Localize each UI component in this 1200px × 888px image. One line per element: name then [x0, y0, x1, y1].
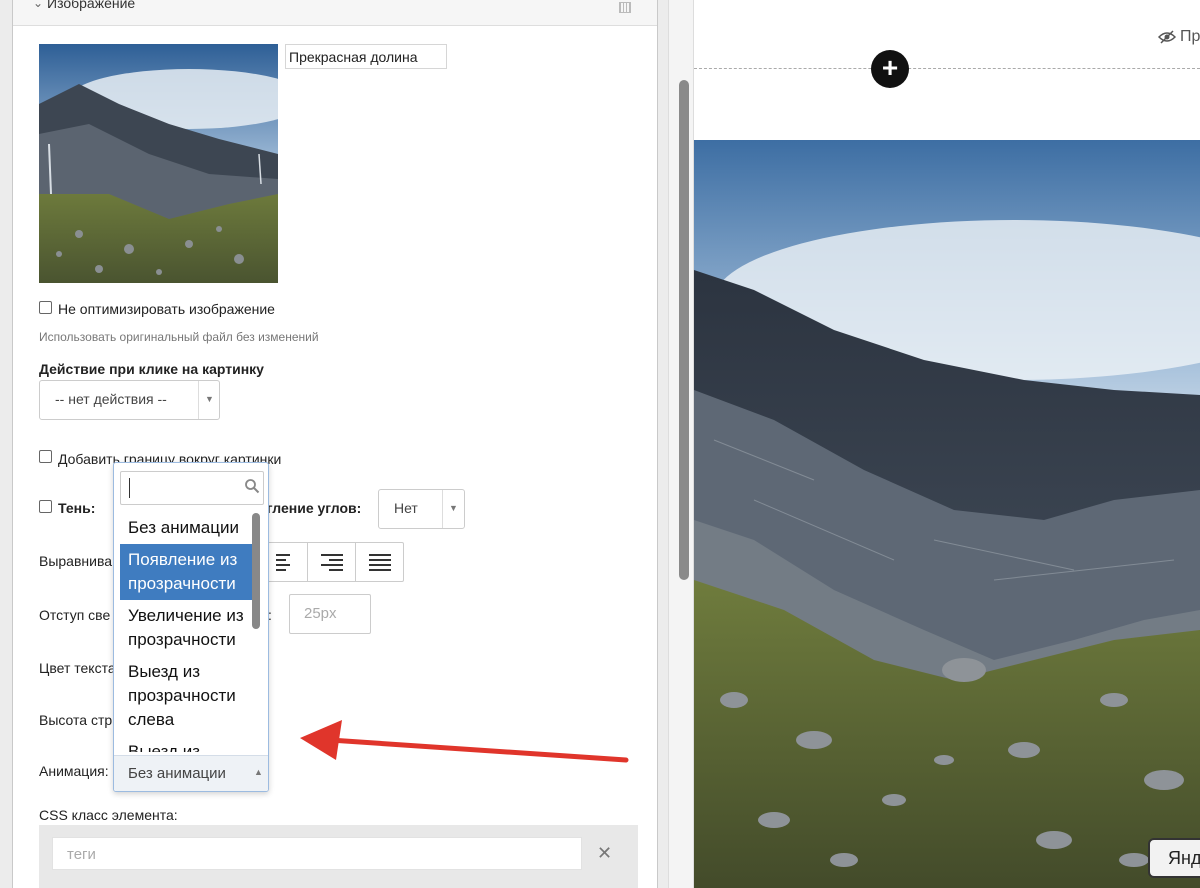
- hero-image[interactable]: [694, 140, 1200, 888]
- indent-label: Отступ све: [39, 607, 111, 623]
- select-separator: [198, 381, 199, 419]
- eye-off-icon: [1158, 30, 1176, 44]
- animation-selected-value: Без анимации: [128, 765, 226, 782]
- no-optimize-label: Не оптимизировать изображение: [58, 301, 275, 317]
- shadow-label: Тень:: [58, 500, 96, 516]
- css-class-field: теги ✕: [39, 825, 638, 888]
- section-title: Изображение: [47, 0, 136, 11]
- corner-rounding-label: угление углов:: [259, 500, 362, 516]
- dropdown-options-list: Без анимации Появление из прозрачности У…: [120, 512, 258, 752]
- image-thumbnail[interactable]: [39, 44, 278, 283]
- click-action-value: -- нет действия --: [55, 391, 167, 407]
- panel-scrollbar-track: [668, 0, 694, 888]
- annotation-arrow: [300, 720, 629, 763]
- search-icon: [245, 479, 260, 494]
- dropdown-option[interactable]: Выезд из прозрачности слева: [120, 656, 258, 736]
- css-class-label: CSS класс элемента:: [39, 807, 178, 823]
- shadow-checkbox[interactable]: [39, 500, 52, 513]
- text-cursor: [129, 478, 130, 498]
- page-preview: Пр + Янд: [694, 0, 1200, 888]
- yandex-button[interactable]: Янд: [1148, 838, 1200, 878]
- align-right-button[interactable]: [307, 543, 355, 581]
- preview-link-text: Пр: [1180, 28, 1200, 45]
- click-action-label: Действие при клике на картинку: [39, 361, 264, 377]
- animation-label: Анимация:: [39, 763, 109, 779]
- add-border-checkbox[interactable]: [39, 450, 52, 463]
- add-block-button[interactable]: +: [871, 50, 909, 88]
- no-optimize-checkbox[interactable]: [39, 301, 52, 314]
- corner-rounding-select[interactable]: Нет ▼: [378, 489, 465, 529]
- preview-link[interactable]: Пр: [1158, 28, 1200, 46]
- chevron-up-icon: ▲: [254, 767, 263, 777]
- no-optimize-hint: Использовать оригинальный файл без измен…: [39, 330, 319, 344]
- dropdown-option[interactable]: Без анимации: [120, 512, 258, 544]
- alignment-label: Выравнива: [39, 553, 113, 569]
- chevron-down-icon: ▼: [205, 394, 214, 404]
- animation-select[interactable]: Без анимации ▲: [114, 755, 268, 791]
- dropdown-option-highlighted[interactable]: Появление из прозрачности: [120, 544, 258, 600]
- columns-icon[interactable]: [619, 2, 631, 13]
- close-icon[interactable]: ✕: [597, 843, 612, 864]
- select-separator: [442, 490, 443, 528]
- dropdown-scrollbar[interactable]: [252, 513, 260, 629]
- text-color-label: Цвет текста: [39, 660, 116, 676]
- corner-rounding-value: Нет: [394, 500, 418, 516]
- image-title-input[interactable]: [285, 44, 447, 69]
- alignment-button-group: [258, 542, 404, 582]
- dropdown-option[interactable]: Увеличение из прозрачности: [120, 600, 258, 656]
- line-height-label: Высота стр: [39, 712, 113, 728]
- indent-input[interactable]: 25px: [289, 594, 371, 634]
- chevron-down-icon[interactable]: ⌄: [33, 0, 43, 10]
- click-action-select[interactable]: -- нет действия -- ▼: [39, 380, 220, 420]
- section-header[interactable]: ⌄ Изображение: [13, 0, 657, 26]
- dropdown-option[interactable]: Выезд из: [120, 736, 258, 752]
- panel-scrollbar-thumb[interactable]: [679, 80, 689, 580]
- align-justify-button[interactable]: [355, 543, 403, 581]
- chevron-down-icon: ▼: [449, 503, 458, 513]
- tags-input[interactable]: теги: [52, 837, 582, 870]
- dropdown-search-input[interactable]: [120, 471, 264, 505]
- block-divider: [694, 68, 1200, 69]
- animation-dropdown[interactable]: Без анимации Появление из прозрачности У…: [113, 462, 269, 792]
